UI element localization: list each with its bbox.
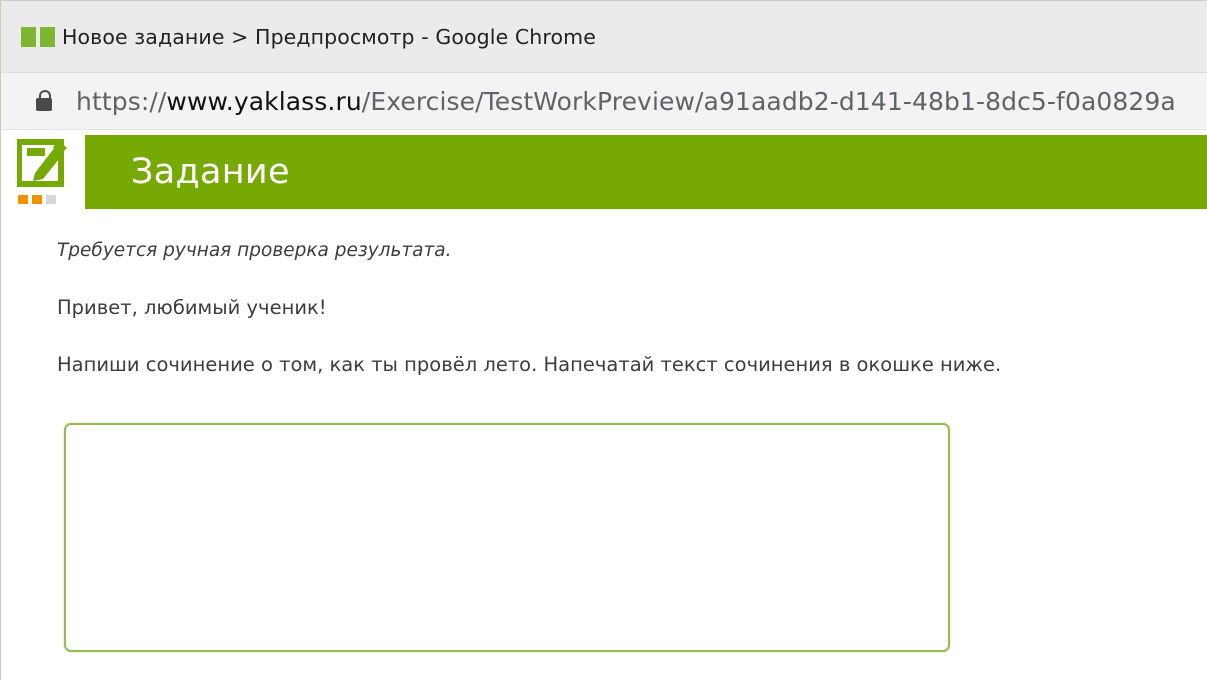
yaklass-favicon-icon xyxy=(21,26,55,48)
title-bar: Новое задание > Предпросмотр - Google Ch… xyxy=(1,0,1207,72)
browser-window: Новое задание > Предпросмотр - Google Ch… xyxy=(0,0,1207,680)
task-content: Требуется ручная проверка результата. Пр… xyxy=(57,230,1197,383)
lock-icon[interactable] xyxy=(34,89,54,113)
essay-answer-input[interactable] xyxy=(64,423,950,652)
manual-check-note: Требуется ручная проверка результата. xyxy=(57,240,452,261)
page-title: Задание xyxy=(131,152,290,192)
window-title: Новое задание > Предпросмотр - Google Ch… xyxy=(62,24,596,49)
url-text[interactable]: https://www.yaklass.ru/Exercise/TestWork… xyxy=(76,87,1176,116)
url-path: /Exercise/TestWorkPreview/a91aadb2-d141-… xyxy=(361,86,1176,116)
greeting-text: Привет, любимый ученик! xyxy=(57,296,327,319)
instruction-text: Напиши сочинение о том, как ты провёл ле… xyxy=(57,353,1002,376)
url-scheme: https:// xyxy=(76,86,167,116)
edit-task-icon xyxy=(17,139,67,204)
page-header: Задание xyxy=(1,131,1207,209)
url-host: www.yaklass.ru xyxy=(166,86,362,116)
address-bar[interactable]: https://www.yaklass.ru/Exercise/TestWork… xyxy=(1,72,1207,130)
header-bar: Задание xyxy=(85,135,1207,209)
